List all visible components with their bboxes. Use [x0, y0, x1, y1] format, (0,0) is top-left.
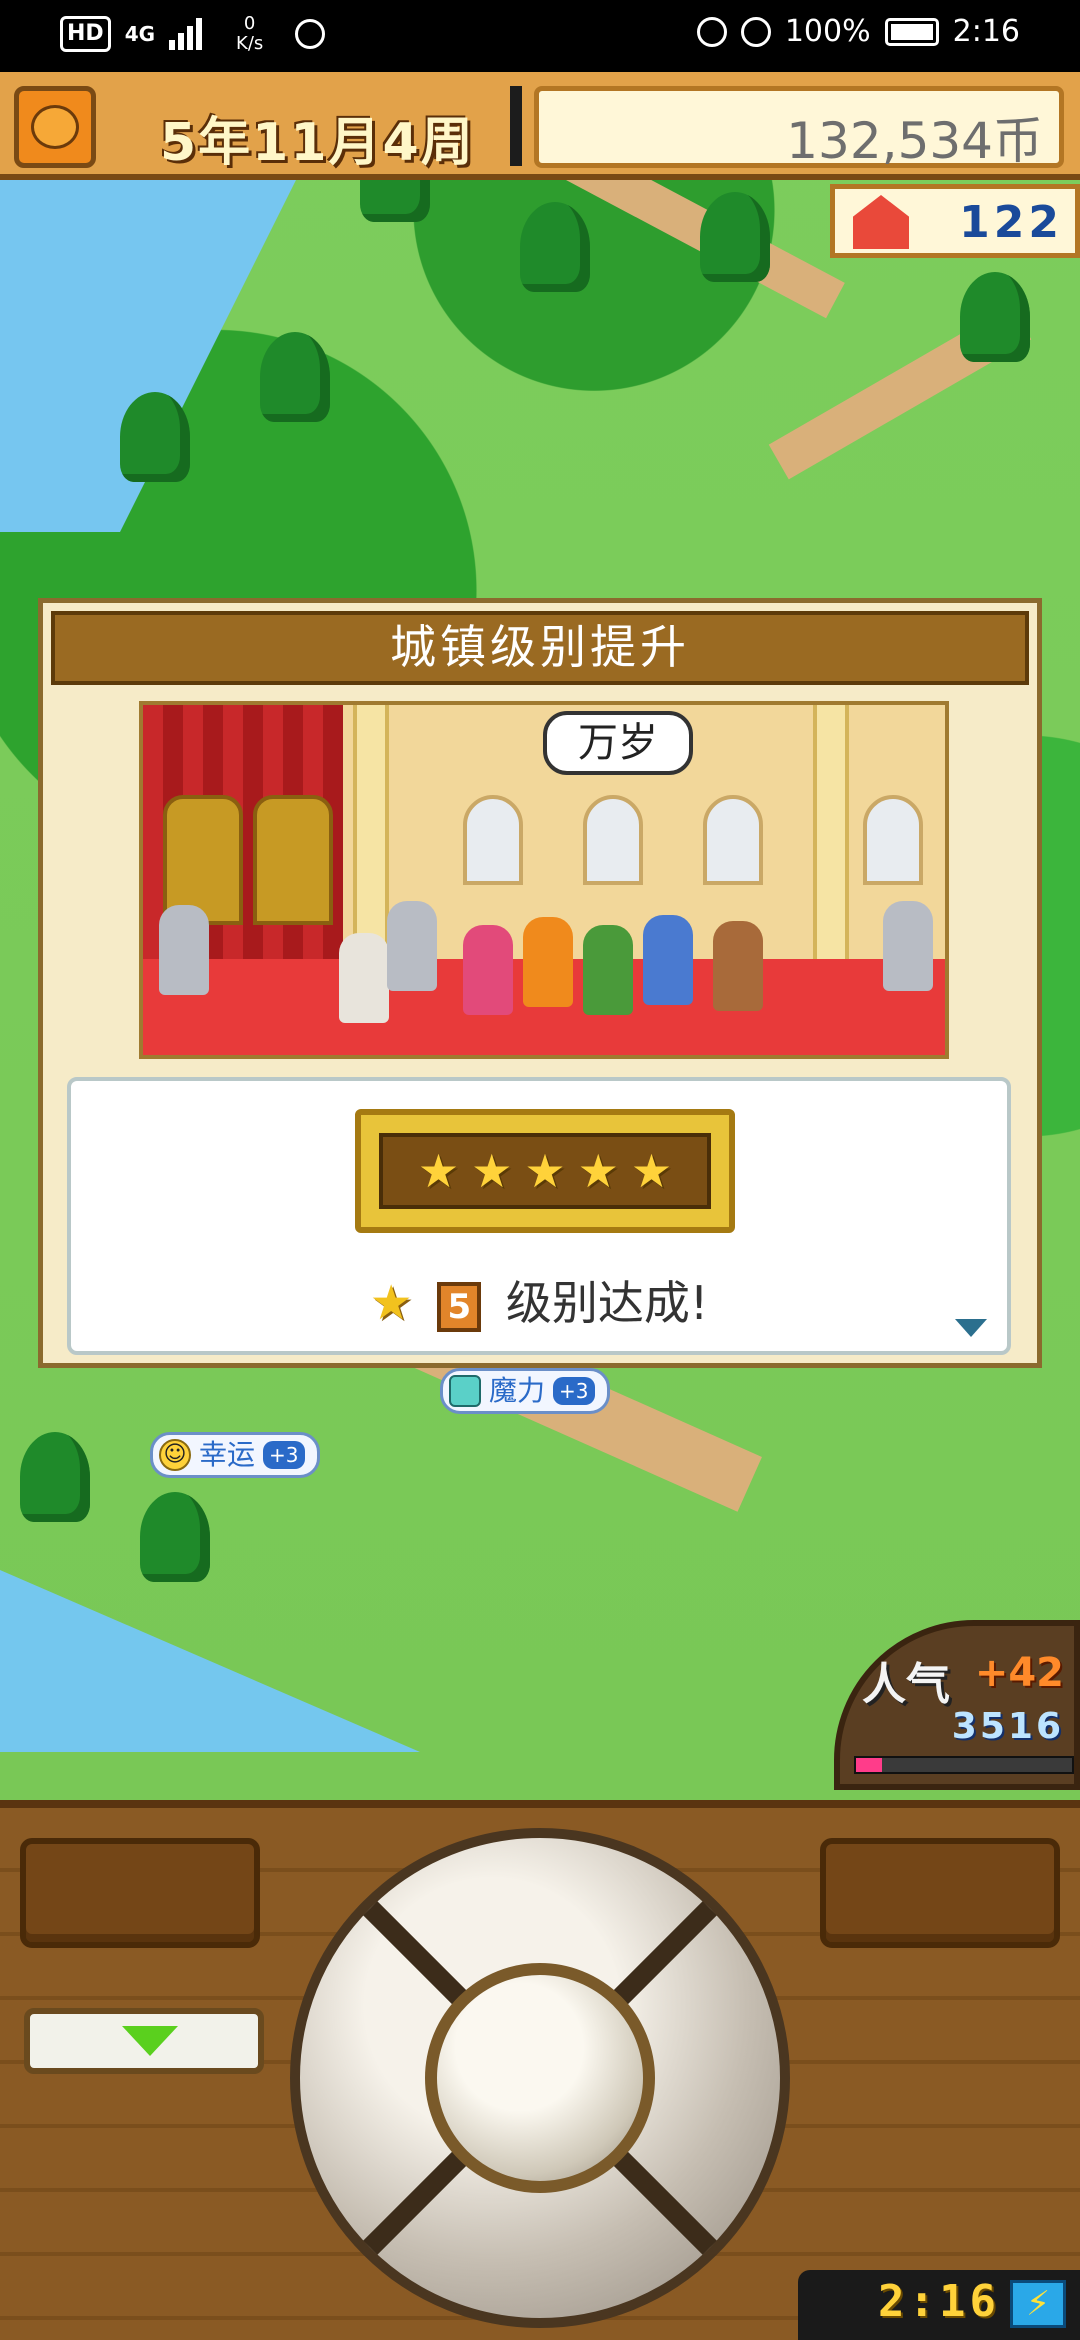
knight — [883, 901, 933, 991]
coin-amount: 132,534币 — [786, 112, 1043, 170]
alarm-icon — [696, 16, 727, 47]
tree — [700, 192, 770, 282]
dpad-center-button[interactable] — [425, 1963, 655, 2193]
star-icon: ★ — [630, 1144, 673, 1198]
level-achieved-line: ★ 5 级别达成! — [71, 1267, 1007, 1333]
hud-divider — [510, 86, 522, 166]
castle-window — [463, 795, 523, 885]
coin-counter: 132,534币 — [534, 86, 1064, 170]
tree — [140, 1492, 210, 1582]
knight — [387, 901, 437, 991]
magic-bonus: +3 — [553, 1377, 595, 1405]
star-rating-frame: ★ ★ ★ ★ ★ — [355, 1109, 735, 1233]
network-label: 4G — [124, 22, 156, 46]
magic-label: 魔力 — [489, 1374, 546, 1407]
house-icon — [853, 195, 909, 249]
star-icon: ★ — [524, 1144, 566, 1198]
adventurer — [463, 925, 513, 1015]
dpad[interactable] — [290, 1828, 790, 2328]
tree — [20, 1432, 90, 1522]
chevron-down-icon — [122, 2026, 178, 2056]
speech-bubble: 万岁 — [543, 711, 693, 775]
star-rating: ★ ★ ★ ★ ★ — [379, 1133, 711, 1209]
net-speed-unit: K/s — [236, 33, 264, 54]
smiley-icon: ☺ — [159, 1439, 191, 1471]
net-speed-value: 0 — [243, 13, 256, 34]
adventurer — [523, 917, 573, 1007]
tree — [260, 332, 330, 422]
status-bar: HD 4G 0 K/s 100% 2:16 — [0, 0, 1080, 72]
lightning-icon[interactable]: ⚡ — [1010, 2280, 1066, 2328]
knight — [159, 905, 209, 995]
tree — [960, 272, 1030, 362]
level-achieved-text: 级别达成! — [505, 1276, 709, 1330]
popularity-label: 人气 — [862, 1659, 950, 1710]
top-hud: 5年11月4周 132,534币 — [0, 72, 1080, 180]
popularity-delta: +42 — [974, 1650, 1064, 1696]
luck-bonus: +3 — [263, 1441, 305, 1469]
popularity-bar-fill — [856, 1758, 882, 1772]
castle-window — [583, 795, 643, 885]
adventurer — [713, 921, 763, 1011]
battery-percent: 100% — [784, 14, 871, 49]
left-soft-button[interactable] — [20, 1838, 260, 1948]
magic-icon — [449, 1375, 481, 1407]
pillar — [813, 705, 849, 975]
star-icon: ★ — [417, 1144, 460, 1198]
water-area — [0, 1570, 420, 1752]
adventurer — [643, 915, 693, 1005]
elder — [339, 933, 389, 1023]
tree — [120, 392, 190, 482]
castle-window — [703, 795, 763, 885]
menu-button[interactable] — [14, 86, 96, 168]
battery-icon — [884, 17, 939, 46]
star-icon: ★ — [369, 1275, 413, 1331]
pumpkin-icon — [31, 105, 79, 149]
popularity-value: 3516 — [951, 1706, 1064, 1747]
house-counter[interactable]: 122 — [830, 184, 1080, 258]
dialog-title: 城镇级别提升 — [51, 611, 1029, 685]
house-count: 122 — [959, 197, 1063, 248]
signal-icon — [169, 18, 203, 50]
next-page-icon[interactable] — [955, 1319, 987, 1337]
luck-label: 幸运 — [199, 1438, 256, 1471]
throne-king — [253, 795, 333, 925]
game-clock: 2:16 ⚡ — [798, 2270, 1080, 2340]
throne-room-scene: 万岁 — [139, 701, 949, 1059]
status-time: 2:16 — [952, 14, 1020, 49]
star-icon: ★ — [577, 1144, 619, 1198]
net-speed: 0 K/s — [236, 14, 263, 54]
level-message-box[interactable]: ★ ★ ★ ★ ★ ★ 5 级别达成! — [67, 1077, 1011, 1355]
data-saver-icon — [740, 16, 771, 47]
magic-bonus-tag[interactable]: 魔力 +3 — [440, 1368, 610, 1414]
right-soft-button[interactable] — [820, 1838, 1060, 1948]
hd-icon: HD — [60, 16, 111, 52]
adventurer — [583, 925, 633, 1015]
level-badge: 5 — [437, 1281, 482, 1332]
star-icon: ★ — [471, 1144, 513, 1198]
town-level-dialog[interactable]: 城镇级别提升 万岁 ★ ★ ★ ★ ★ ★ 5 级别达成! — [38, 598, 1042, 1368]
castle-window — [863, 795, 923, 885]
game-clock-time: 2:16 — [878, 2276, 1000, 2327]
game-date: 5年11月4周 — [160, 113, 475, 173]
popularity-bar — [854, 1756, 1074, 1774]
collapse-button[interactable] — [24, 2008, 264, 2074]
luck-bonus-tag[interactable]: ☺ 幸运 +3 — [150, 1432, 320, 1478]
tree — [520, 202, 590, 292]
timer-icon — [295, 19, 326, 49]
